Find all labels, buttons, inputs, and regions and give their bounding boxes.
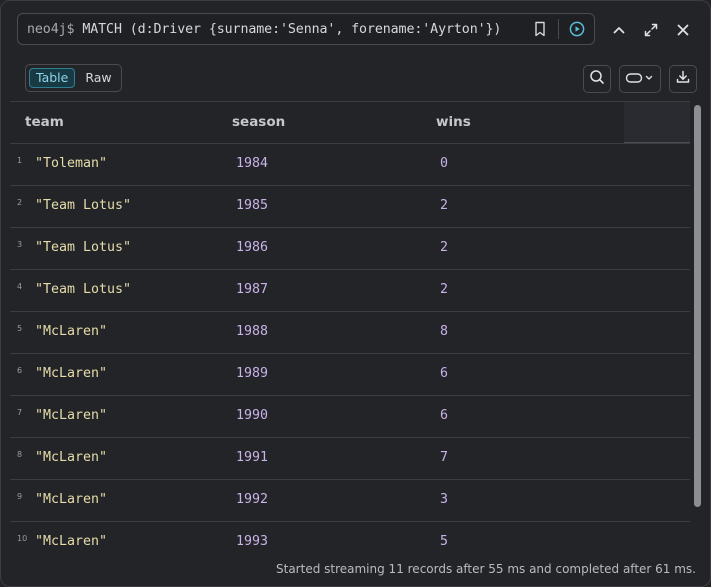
row-number: 8 bbox=[17, 450, 23, 459]
cell-season[interactable]: 1992 bbox=[236, 492, 268, 507]
fullscreen-icon[interactable] bbox=[640, 19, 662, 41]
table-row[interactable]: 10 "McLaren" 1993 5 bbox=[10, 522, 690, 556]
row-number: 5 bbox=[17, 324, 23, 333]
close-icon[interactable] bbox=[672, 19, 694, 41]
query-statement[interactable]: MATCH (d:Driver {surname:'Senna', forena… bbox=[82, 22, 501, 37]
cell-team[interactable]: "Toleman" bbox=[35, 156, 107, 171]
column-header-team[interactable]: team bbox=[25, 114, 64, 130]
table-row[interactable]: 9 "McLaren" 1992 3 bbox=[10, 480, 690, 522]
cell-team[interactable]: "McLaren" bbox=[35, 324, 107, 339]
cell-team[interactable]: "McLaren" bbox=[35, 408, 107, 423]
header-filler bbox=[624, 102, 690, 143]
query-prompt: neo4j$ bbox=[27, 21, 75, 37]
cell-team[interactable]: "McLaren" bbox=[35, 534, 107, 549]
results-table: team season wins 1 "Toleman" 1984 0 2 "Team L… bbox=[10, 101, 690, 556]
row-number: 4 bbox=[17, 282, 23, 291]
cell-team[interactable]: "McLaren" bbox=[35, 450, 107, 465]
row-number: 3 bbox=[17, 240, 23, 249]
query-text[interactable]: neo4j$ MATCH (d:Driver {surname:'Senna',… bbox=[18, 22, 528, 37]
table-row[interactable]: 8 "McLaren" 1991 7 bbox=[10, 438, 690, 480]
row-number: 7 bbox=[17, 408, 23, 417]
cell-wins[interactable]: 2 bbox=[440, 240, 448, 255]
column-header-season[interactable]: season bbox=[232, 114, 285, 130]
cell-wins[interactable]: 5 bbox=[440, 534, 448, 549]
cell-wins[interactable]: 6 bbox=[440, 366, 448, 381]
column-header-wins[interactable]: wins bbox=[436, 114, 471, 130]
search-button[interactable] bbox=[583, 65, 611, 93]
cell-team[interactable]: "McLaren" bbox=[35, 492, 107, 507]
run-icon[interactable] bbox=[565, 17, 589, 41]
cell-season[interactable]: 1988 bbox=[236, 324, 268, 339]
table-row[interactable]: 1 "Toleman" 1984 0 bbox=[10, 144, 690, 186]
cell-wins[interactable]: 6 bbox=[440, 408, 448, 423]
cell-team[interactable]: "Team Lotus" bbox=[35, 240, 131, 255]
query-editor[interactable]: neo4j$ MATCH (d:Driver {surname:'Senna',… bbox=[17, 13, 595, 45]
collapse-icon[interactable] bbox=[608, 19, 630, 41]
table-row[interactable]: 7 "McLaren" 1990 6 bbox=[10, 396, 690, 438]
row-height-icon bbox=[625, 70, 655, 89]
result-frame: neo4j$ MATCH (d:Driver {surname:'Senna',… bbox=[0, 0, 711, 587]
row-number: 10 bbox=[17, 534, 28, 543]
query-bar-divider bbox=[558, 19, 559, 39]
cell-wins[interactable]: 0 bbox=[440, 156, 448, 171]
download-button[interactable] bbox=[669, 65, 697, 93]
cell-wins[interactable]: 2 bbox=[440, 198, 448, 213]
cell-season[interactable]: 1984 bbox=[236, 156, 268, 171]
row-number: 2 bbox=[17, 198, 23, 207]
cell-season[interactable]: 1987 bbox=[236, 282, 268, 297]
cell-wins[interactable]: 2 bbox=[440, 282, 448, 297]
scrollbar-thumb[interactable] bbox=[694, 105, 701, 507]
cell-team[interactable]: "Team Lotus" bbox=[35, 198, 131, 213]
table-row[interactable]: 3 "Team Lotus" 1986 2 bbox=[10, 228, 690, 270]
cell-season[interactable]: 1991 bbox=[236, 450, 268, 465]
cell-season[interactable]: 1993 bbox=[236, 534, 268, 549]
cell-wins[interactable]: 8 bbox=[440, 324, 448, 339]
cell-wins[interactable]: 3 bbox=[440, 492, 448, 507]
row-number: 9 bbox=[17, 492, 23, 501]
view-toggle: Table Raw bbox=[25, 64, 122, 92]
cell-wins[interactable]: 7 bbox=[440, 450, 448, 465]
cell-season[interactable]: 1985 bbox=[236, 198, 268, 213]
cell-season[interactable]: 1986 bbox=[236, 240, 268, 255]
row-number: 1 bbox=[17, 156, 23, 165]
table-view-button[interactable]: Table bbox=[29, 68, 76, 88]
vertical-scrollbar[interactable] bbox=[691, 103, 703, 513]
raw-view-button[interactable]: Raw bbox=[79, 68, 117, 88]
cell-team[interactable]: "Team Lotus" bbox=[35, 282, 131, 297]
table-body: 1 "Toleman" 1984 0 2 "Team Lotus" 1985 2 3 "Team … bbox=[10, 144, 690, 556]
bookmark-icon[interactable] bbox=[528, 17, 552, 41]
table-row[interactable]: 6 "McLaren" 1989 6 bbox=[10, 354, 690, 396]
table-header: team season wins bbox=[10, 102, 690, 144]
cell-season[interactable]: 1989 bbox=[236, 366, 268, 381]
table-row[interactable]: 2 "Team Lotus" 1985 2 bbox=[10, 186, 690, 228]
cell-season[interactable]: 1990 bbox=[236, 408, 268, 423]
download-icon bbox=[675, 69, 691, 89]
search-icon bbox=[589, 69, 605, 89]
row-height-button[interactable] bbox=[619, 65, 661, 93]
table-row[interactable]: 4 "Team Lotus" 1987 2 bbox=[10, 270, 690, 312]
table-row[interactable]: 5 "McLaren" 1988 8 bbox=[10, 312, 690, 354]
status-message: Started streaming 11 records after 55 ms… bbox=[276, 562, 696, 576]
cell-team[interactable]: "McLaren" bbox=[35, 366, 107, 381]
row-number: 6 bbox=[17, 366, 23, 375]
